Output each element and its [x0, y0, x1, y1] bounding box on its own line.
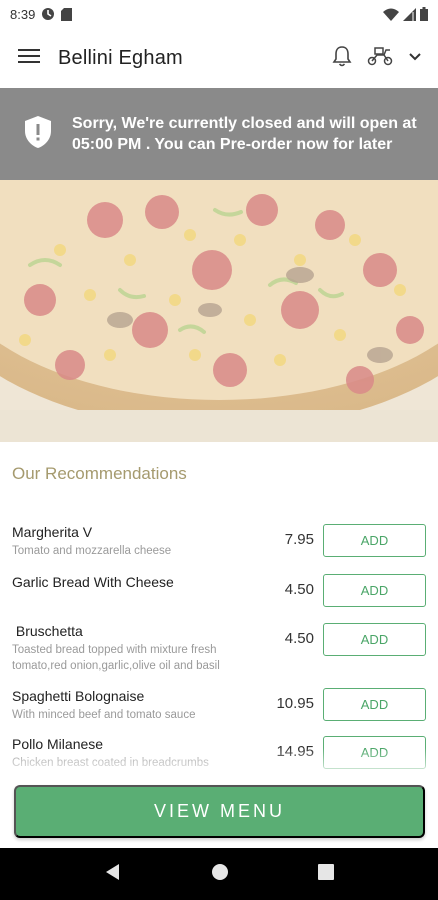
delivery-scooter-icon[interactable] — [366, 46, 394, 71]
item-name: Spaghetti Bolognaise — [12, 688, 145, 704]
item-price: 7.95 — [284, 531, 314, 548]
signal-icon — [403, 7, 416, 21]
list-item: Margherita V Tomato and mozzarella chees… — [0, 516, 438, 566]
item-description: With minced beef and tomato sauce — [12, 709, 196, 721]
home-icon[interactable] — [211, 863, 229, 886]
shield-alert-icon — [24, 115, 54, 154]
hero-pizza-image — [0, 180, 438, 442]
system-nav-bar — [0, 848, 438, 900]
recommendations-list[interactable]: Margherita V Tomato and mozzarella chees… — [0, 516, 438, 778]
section-title: Our Recommendations — [12, 464, 187, 483]
view-menu-button[interactable]: VIEW MENU — [14, 785, 425, 838]
list-item: Pollo Milanese Chicken breast coated in … — [0, 728, 438, 778]
item-name: Pollo Milanese — [12, 736, 104, 752]
add-button[interactable]: ADD — [323, 623, 426, 656]
list-item: Spaghetti Bolognaise With minced beef an… — [0, 680, 438, 728]
sim-card-icon — [61, 7, 73, 21]
menu-icon[interactable] — [18, 48, 40, 69]
add-button[interactable]: ADD — [323, 688, 426, 721]
item-name: Margherita V — [12, 524, 93, 540]
back-icon[interactable] — [104, 863, 122, 886]
data-saver-icon — [41, 7, 55, 21]
closed-message: Sorry, We're currently closed and will o… — [72, 115, 417, 153]
status-time: 8:39 — [10, 6, 36, 22]
item-name: Garlic Bread With Cheese — [12, 574, 174, 590]
item-price: 4.50 — [284, 581, 314, 598]
page-title: Bellini Egham — [58, 46, 183, 69]
add-button[interactable]: ADD — [323, 574, 426, 607]
item-description: Chicken breast coated in breadcrumbs — [12, 757, 209, 769]
item-description: Tomato and mozzarella cheese — [12, 545, 172, 557]
recents-icon[interactable] — [317, 863, 334, 885]
item-name: Bruschetta — [12, 623, 83, 639]
chevron-down-icon[interactable] — [408, 49, 422, 67]
bell-icon[interactable] — [332, 45, 352, 72]
item-price: 14.95 — [276, 743, 314, 760]
battery-icon — [420, 7, 428, 21]
item-price: 4.50 — [284, 630, 314, 647]
wifi-icon — [383, 8, 399, 21]
item-price: 10.95 — [276, 695, 314, 712]
item-description: Toasted bread topped with mixture fresh … — [12, 644, 220, 672]
list-item: Bruschetta Toasted bread topped with mix… — [0, 615, 438, 680]
closed-banner: Sorry, We're currently closed and will o… — [0, 88, 438, 180]
add-button[interactable]: ADD — [323, 524, 426, 557]
add-button[interactable]: ADD — [323, 736, 426, 769]
status-bar: 8:39 — [0, 0, 438, 28]
list-item: Garlic Bread With Cheese 4.50 ADD — [0, 566, 438, 615]
app-bar: Bellini Egham — [0, 28, 438, 88]
